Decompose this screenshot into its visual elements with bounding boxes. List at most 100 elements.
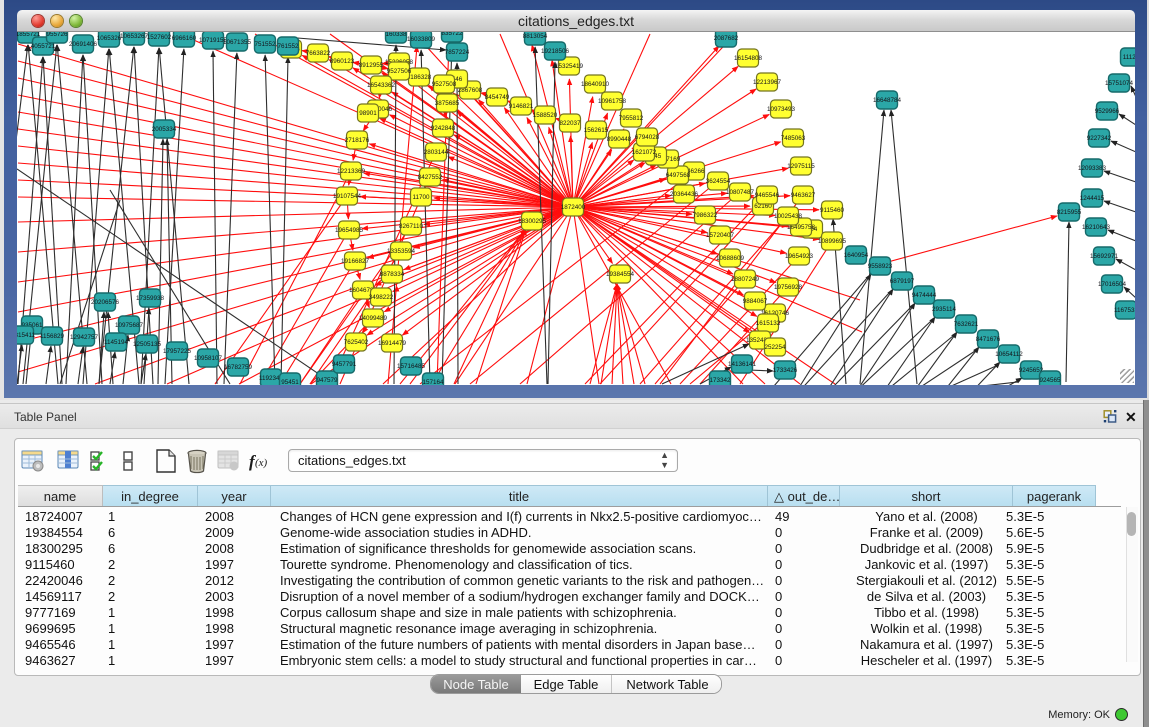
svg-text:2935114: 2935114 [932,306,957,313]
svg-text:18300295: 18300295 [518,218,547,225]
svg-text:6966160: 6966160 [172,35,197,42]
svg-text:1527602: 1527602 [147,34,172,41]
svg-text:18640910: 18640910 [581,81,610,88]
svg-text:10958107: 10958107 [194,355,223,362]
svg-text:2718176: 2718176 [345,137,370,144]
svg-text:2087682: 2087682 [714,35,739,42]
svg-text:12942757: 12942757 [70,334,99,341]
svg-text:9463627: 9463627 [791,192,816,199]
svg-text:16543362: 16543362 [367,82,396,89]
svg-text:8471676: 8471676 [976,336,1001,343]
svg-text:252254: 252254 [764,344,786,351]
svg-text:19654985: 19654985 [335,227,364,234]
svg-text:7663822: 7663822 [306,50,331,57]
svg-text:924565: 924565 [1039,377,1061,384]
svg-text:835722: 835722 [441,32,463,37]
svg-text:19756928: 19756928 [774,284,803,291]
svg-text:9115460: 9115460 [820,207,845,214]
svg-text:19218506: 19218506 [541,48,570,55]
svg-text:20206576: 20206576 [91,299,120,306]
svg-text:8960123: 8960123 [330,58,355,65]
svg-text:822037: 822037 [559,120,581,127]
svg-text:1145194: 1145194 [104,339,129,346]
svg-text:1588520: 1588520 [533,112,558,119]
svg-text:12093383: 12093383 [1078,165,1107,172]
svg-text:4055721: 4055721 [31,43,56,50]
svg-text:10654112: 10654112 [995,351,1023,358]
svg-text:8878334: 8878334 [380,271,405,278]
svg-text:7625402: 7625402 [344,339,369,346]
svg-text:20691406: 20691406 [69,41,98,48]
svg-text:1872400: 1872400 [561,204,586,211]
svg-text:10025438: 10025438 [774,213,803,220]
svg-text:16154808: 16154808 [734,55,763,62]
svg-text:9146821: 9146821 [509,103,534,110]
svg-text:95451: 95451 [281,379,299,385]
svg-text:1065326: 1065326 [97,35,122,42]
svg-text:16648784: 16648784 [873,97,902,104]
svg-text:8427552: 8427552 [418,174,443,181]
svg-text:18807249: 18807249 [731,276,760,283]
svg-text:11123: 11123 [1123,54,1135,61]
svg-text:16033809: 16033809 [407,36,436,43]
svg-text:7632621: 7632621 [954,321,979,328]
svg-text:9242848: 9242848 [431,125,456,132]
svg-text:8186328: 8186328 [407,74,432,81]
svg-text:15325419: 15325419 [555,63,584,70]
svg-text:9527506: 9527506 [387,68,412,75]
svg-text:14136141: 14136141 [728,361,757,368]
svg-text:19384554: 19384554 [606,271,635,278]
svg-text:10688609: 10688609 [716,255,745,262]
svg-text:751552: 751552 [254,41,276,48]
svg-text:8912955: 8912955 [359,62,384,69]
svg-text:20364436: 20364436 [670,191,699,198]
svg-text:9884067: 9884067 [743,298,768,305]
svg-text:3624554: 3624554 [706,178,731,185]
svg-text:12213369: 12213369 [337,168,366,175]
svg-text:12213967: 12213967 [753,79,782,86]
svg-text:15720407: 15720407 [706,232,735,239]
svg-text:1733426: 1733426 [773,367,798,374]
svg-text:10653267: 10653267 [120,33,149,40]
svg-text:9227342: 9227342 [1087,135,1112,142]
svg-text:7955812: 7955812 [619,115,644,122]
svg-text:8990448: 8990448 [607,136,632,143]
svg-text:1562615: 1562615 [584,127,609,134]
svg-text:17016504: 17016504 [1098,281,1127,288]
svg-text:3498222: 3498222 [369,294,394,301]
svg-text:8454749: 8454749 [485,94,510,101]
svg-text:1244415: 1244415 [1080,195,1105,202]
svg-text:1621072: 1621072 [632,149,657,156]
svg-text:16782759: 16782759 [224,364,253,371]
svg-text:173342: 173342 [709,377,731,384]
svg-text:1640954: 1640954 [844,252,869,259]
svg-text:9527508: 9527508 [432,81,457,88]
svg-text:19107544: 19107544 [333,193,362,200]
svg-text:761552: 761552 [277,43,299,50]
svg-text:2005334: 2005334 [152,126,177,133]
svg-text:10807487: 10807487 [726,189,755,196]
svg-text:10975687: 10975687 [115,322,144,329]
svg-text:17359938: 17359938 [136,295,165,302]
svg-text:12505135: 12505135 [133,341,162,348]
svg-text:6879197: 6879197 [890,278,915,285]
svg-text:160338: 160338 [385,32,407,38]
svg-text:14099489: 14099489 [359,315,388,322]
svg-text:17957225: 17957225 [163,348,192,355]
svg-text:2803144: 2803144 [424,149,449,156]
svg-text:3875685: 3875685 [435,100,460,107]
svg-text:16210643: 16210643 [1082,224,1111,231]
svg-text:10899695: 10899695 [818,238,847,245]
svg-text:9457791: 9457791 [332,361,357,368]
svg-text:9465546: 9465546 [755,192,780,199]
svg-text:955726: 955726 [46,32,68,38]
svg-text:19654923: 19654923 [785,253,814,260]
svg-text:947579: 947579 [316,377,338,384]
svg-text:12975115: 12975115 [787,163,815,170]
svg-text:7986322: 7986322 [693,212,718,219]
svg-text:16914479: 16914479 [378,340,407,347]
svg-text:10961758: 10961758 [598,98,627,105]
svg-text:13353594: 13353594 [387,248,416,255]
svg-text:98901: 98901 [359,110,377,117]
svg-text:1156829: 1156829 [40,333,65,340]
